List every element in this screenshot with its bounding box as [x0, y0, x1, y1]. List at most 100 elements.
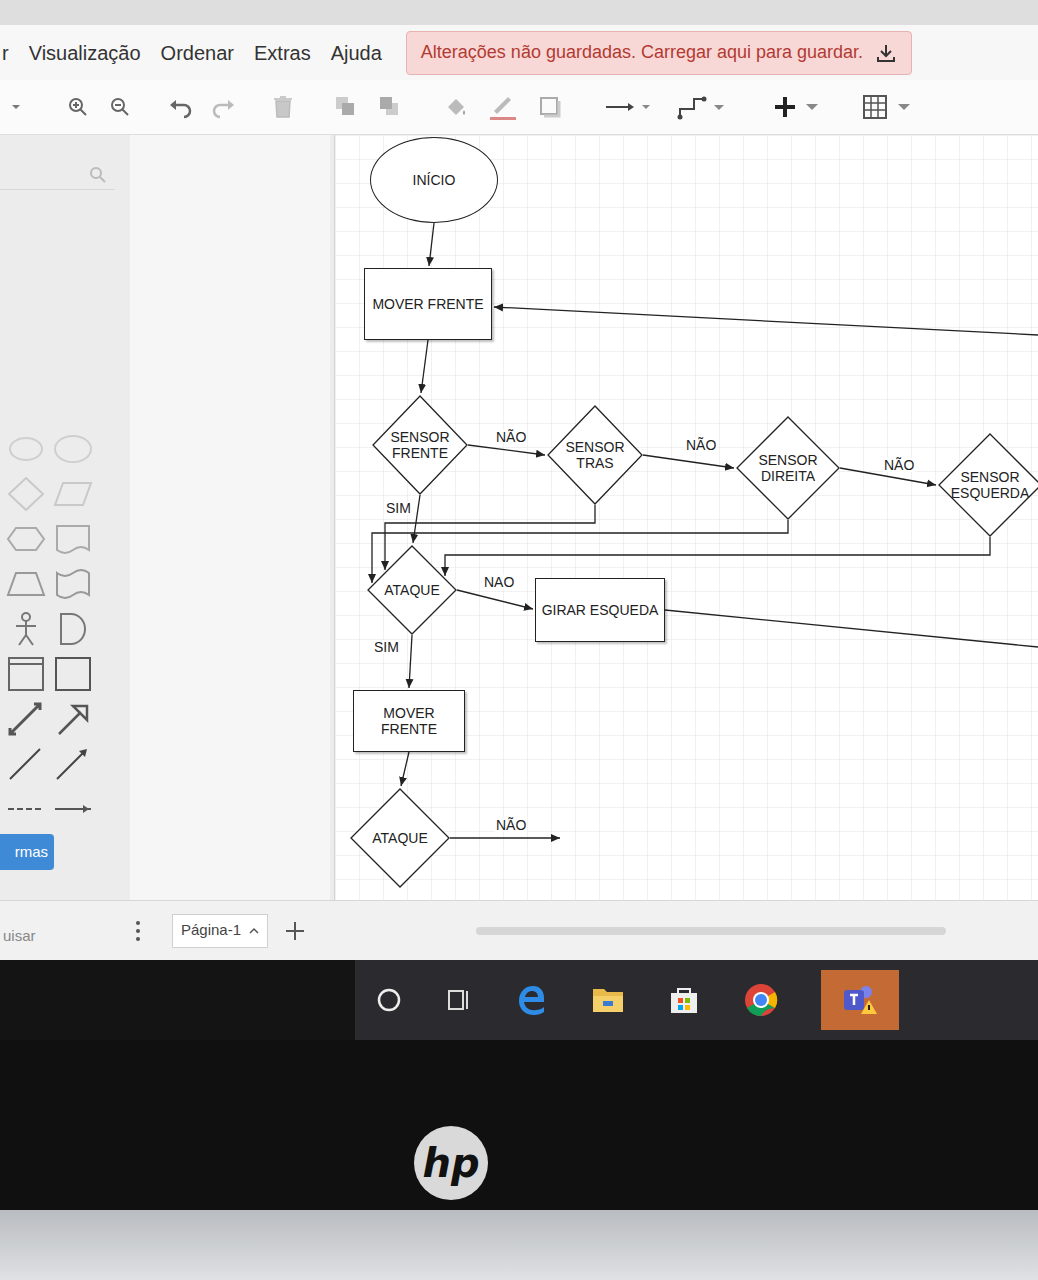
store-icon[interactable] [667, 983, 701, 1017]
title-strip [0, 0, 1038, 25]
undo-icon[interactable] [168, 95, 194, 119]
chrome-icon[interactable] [743, 982, 779, 1018]
node-label[interactable]: SENSOR FRENTE [389, 429, 451, 461]
line-color-icon[interactable] [488, 93, 518, 121]
add-page-icon[interactable] [284, 920, 306, 942]
tape-shape-icon[interactable] [53, 565, 93, 603]
shapes-button[interactable]: rmas [0, 834, 54, 870]
dropdown-caret-icon[interactable] [10, 101, 22, 113]
node-label[interactable]: MOVER FRENTE [368, 296, 488, 312]
screen-photo: r Visualização Ordenar Extras Ajuda Alteraçõ… [0, 0, 1038, 1280]
taskbar-row [0, 960, 1038, 1040]
diagram-edges [335, 135, 1038, 900]
edge-label[interactable]: NÃO [685, 438, 717, 452]
cortana-icon[interactable] [375, 986, 403, 1014]
delete-icon[interactable] [272, 95, 294, 119]
menu-item[interactable]: Ordenar [161, 38, 234, 68]
fill-color-icon[interactable] [444, 95, 468, 119]
arrow-shape-icon[interactable] [53, 700, 93, 738]
node-label[interactable]: SENSOR TRAS [547, 439, 643, 471]
node-label[interactable]: ATAQUE [372, 582, 452, 598]
insert-icon[interactable] [772, 94, 828, 120]
document-shape-icon[interactable] [53, 520, 93, 558]
line-shape-icon[interactable] [6, 745, 46, 783]
file-explorer-icon[interactable] [591, 985, 625, 1015]
unsaved-banner[interactable]: Alterações não guardadas. Carregar aqui … [406, 31, 912, 75]
ellipse-shape-icon[interactable] [53, 430, 93, 468]
shadow-icon[interactable] [538, 95, 564, 119]
search-field-text[interactable]: uisar [3, 925, 36, 948]
rhombus-shape-icon[interactable] [6, 475, 46, 513]
node-label[interactable]: GIRAR ESQUEDA [538, 602, 662, 618]
search-icon[interactable] [89, 166, 107, 184]
redo-icon[interactable] [210, 95, 236, 119]
toolbar [0, 80, 1038, 135]
actor-shape-icon[interactable] [6, 610, 46, 648]
banner-text[interactable]: Alterações não guardadas. Carregar aqui … [421, 39, 863, 66]
menu-item[interactable]: r [2, 38, 9, 68]
tab-caret-icon[interactable] [249, 927, 259, 935]
node-label[interactable]: SENSOR DIREITA [752, 452, 824, 484]
node-label[interactable]: ATAQUE [360, 830, 440, 846]
diagram-node[interactable]: ATAQUE [350, 788, 450, 888]
menu-item[interactable]: Extras [254, 38, 311, 68]
menu-item[interactable]: Ajuda [331, 38, 382, 68]
hp-logo-text: hp [422, 1143, 479, 1183]
diagram-node[interactable]: MOVER FRENTE [353, 690, 465, 752]
edge-label[interactable]: SIM [385, 501, 412, 515]
menu-bar: r Visualização Ordenar Extras Ajuda Alteraçõ… [0, 25, 1038, 80]
edge-label[interactable]: NÃO [495, 430, 527, 444]
node-label[interactable]: SENSOR ESQUERDA [948, 469, 1032, 501]
zoom-in-icon[interactable] [66, 95, 90, 119]
shapes-button-label[interactable]: rmas [15, 841, 48, 864]
square-shape-icon[interactable] [53, 655, 93, 693]
directional-line-icon[interactable] [53, 745, 93, 783]
node-label[interactable]: MOVER FRENTE [355, 705, 463, 737]
page-tab-label[interactable]: Página-1 [181, 919, 241, 942]
waypoint-icon[interactable] [676, 93, 732, 121]
edge-label[interactable]: NÃO [883, 458, 915, 472]
container-shape-icon[interactable] [6, 655, 46, 693]
table-icon[interactable] [862, 94, 918, 120]
hp-logo: hp [414, 1126, 488, 1200]
link-line-icon[interactable] [53, 790, 93, 828]
trapezoid-shape-icon[interactable] [6, 565, 46, 603]
node-label[interactable]: INÍCIO [379, 172, 489, 188]
shape-search-field[interactable] [0, 160, 115, 190]
diagram-node[interactable]: SENSOR FRENTE [372, 395, 468, 495]
parallelogram-shape-icon[interactable] [53, 475, 93, 513]
page-bar: uisar Página-1 [0, 900, 1038, 960]
diagram-node[interactable]: GIRAR ESQUEDA [535, 578, 665, 642]
task-view-icon[interactable] [445, 986, 473, 1014]
teams-warning-icon[interactable] [840, 982, 880, 1018]
double-arrow-shape-icon[interactable] [6, 700, 46, 738]
diagram-node[interactable]: INÍCIO [370, 137, 498, 223]
dashed-line-icon[interactable] [6, 790, 46, 828]
zoom-out-icon[interactable] [108, 95, 132, 119]
laptop-bezel: hp [0, 1040, 1038, 1210]
diagram-node[interactable]: MOVER FRENTE [364, 268, 492, 340]
screen-glare [130, 135, 330, 900]
workspace: rmas [0, 135, 1038, 900]
edge-label[interactable]: SIM [373, 640, 400, 654]
page-tab[interactable]: Página-1 [172, 914, 268, 948]
diagram-node[interactable]: ATAQUE [367, 545, 457, 635]
menu-item[interactable]: Visualização [29, 38, 141, 68]
edge-label[interactable]: NÃO [495, 818, 527, 832]
diagram-node[interactable]: SENSOR TRAS [547, 405, 643, 505]
cloud-shape-icon[interactable] [6, 430, 46, 468]
horizontal-scrollbar[interactable] [476, 927, 946, 935]
delay-shape-icon[interactable] [53, 610, 93, 648]
hexagon-shape-icon[interactable] [6, 520, 46, 558]
to-front-icon[interactable] [334, 95, 358, 119]
teams-taskbar-button[interactable] [821, 970, 899, 1030]
download-icon[interactable] [875, 42, 897, 64]
diagram-node[interactable]: SENSOR ESQUERDA [938, 433, 1038, 537]
to-back-icon[interactable] [378, 95, 402, 119]
edge-browser-icon[interactable] [515, 983, 549, 1017]
diagram-canvas[interactable]: INÍCIO MOVER FRENTE SENSOR FRENTE SENSOR TR… [335, 135, 1038, 900]
pages-menu-icon[interactable] [134, 919, 142, 943]
diagram-node[interactable]: SENSOR DIREITA [736, 416, 840, 520]
edge-label[interactable]: NAO [483, 575, 515, 589]
connection-arrow-icon[interactable] [604, 97, 654, 117]
